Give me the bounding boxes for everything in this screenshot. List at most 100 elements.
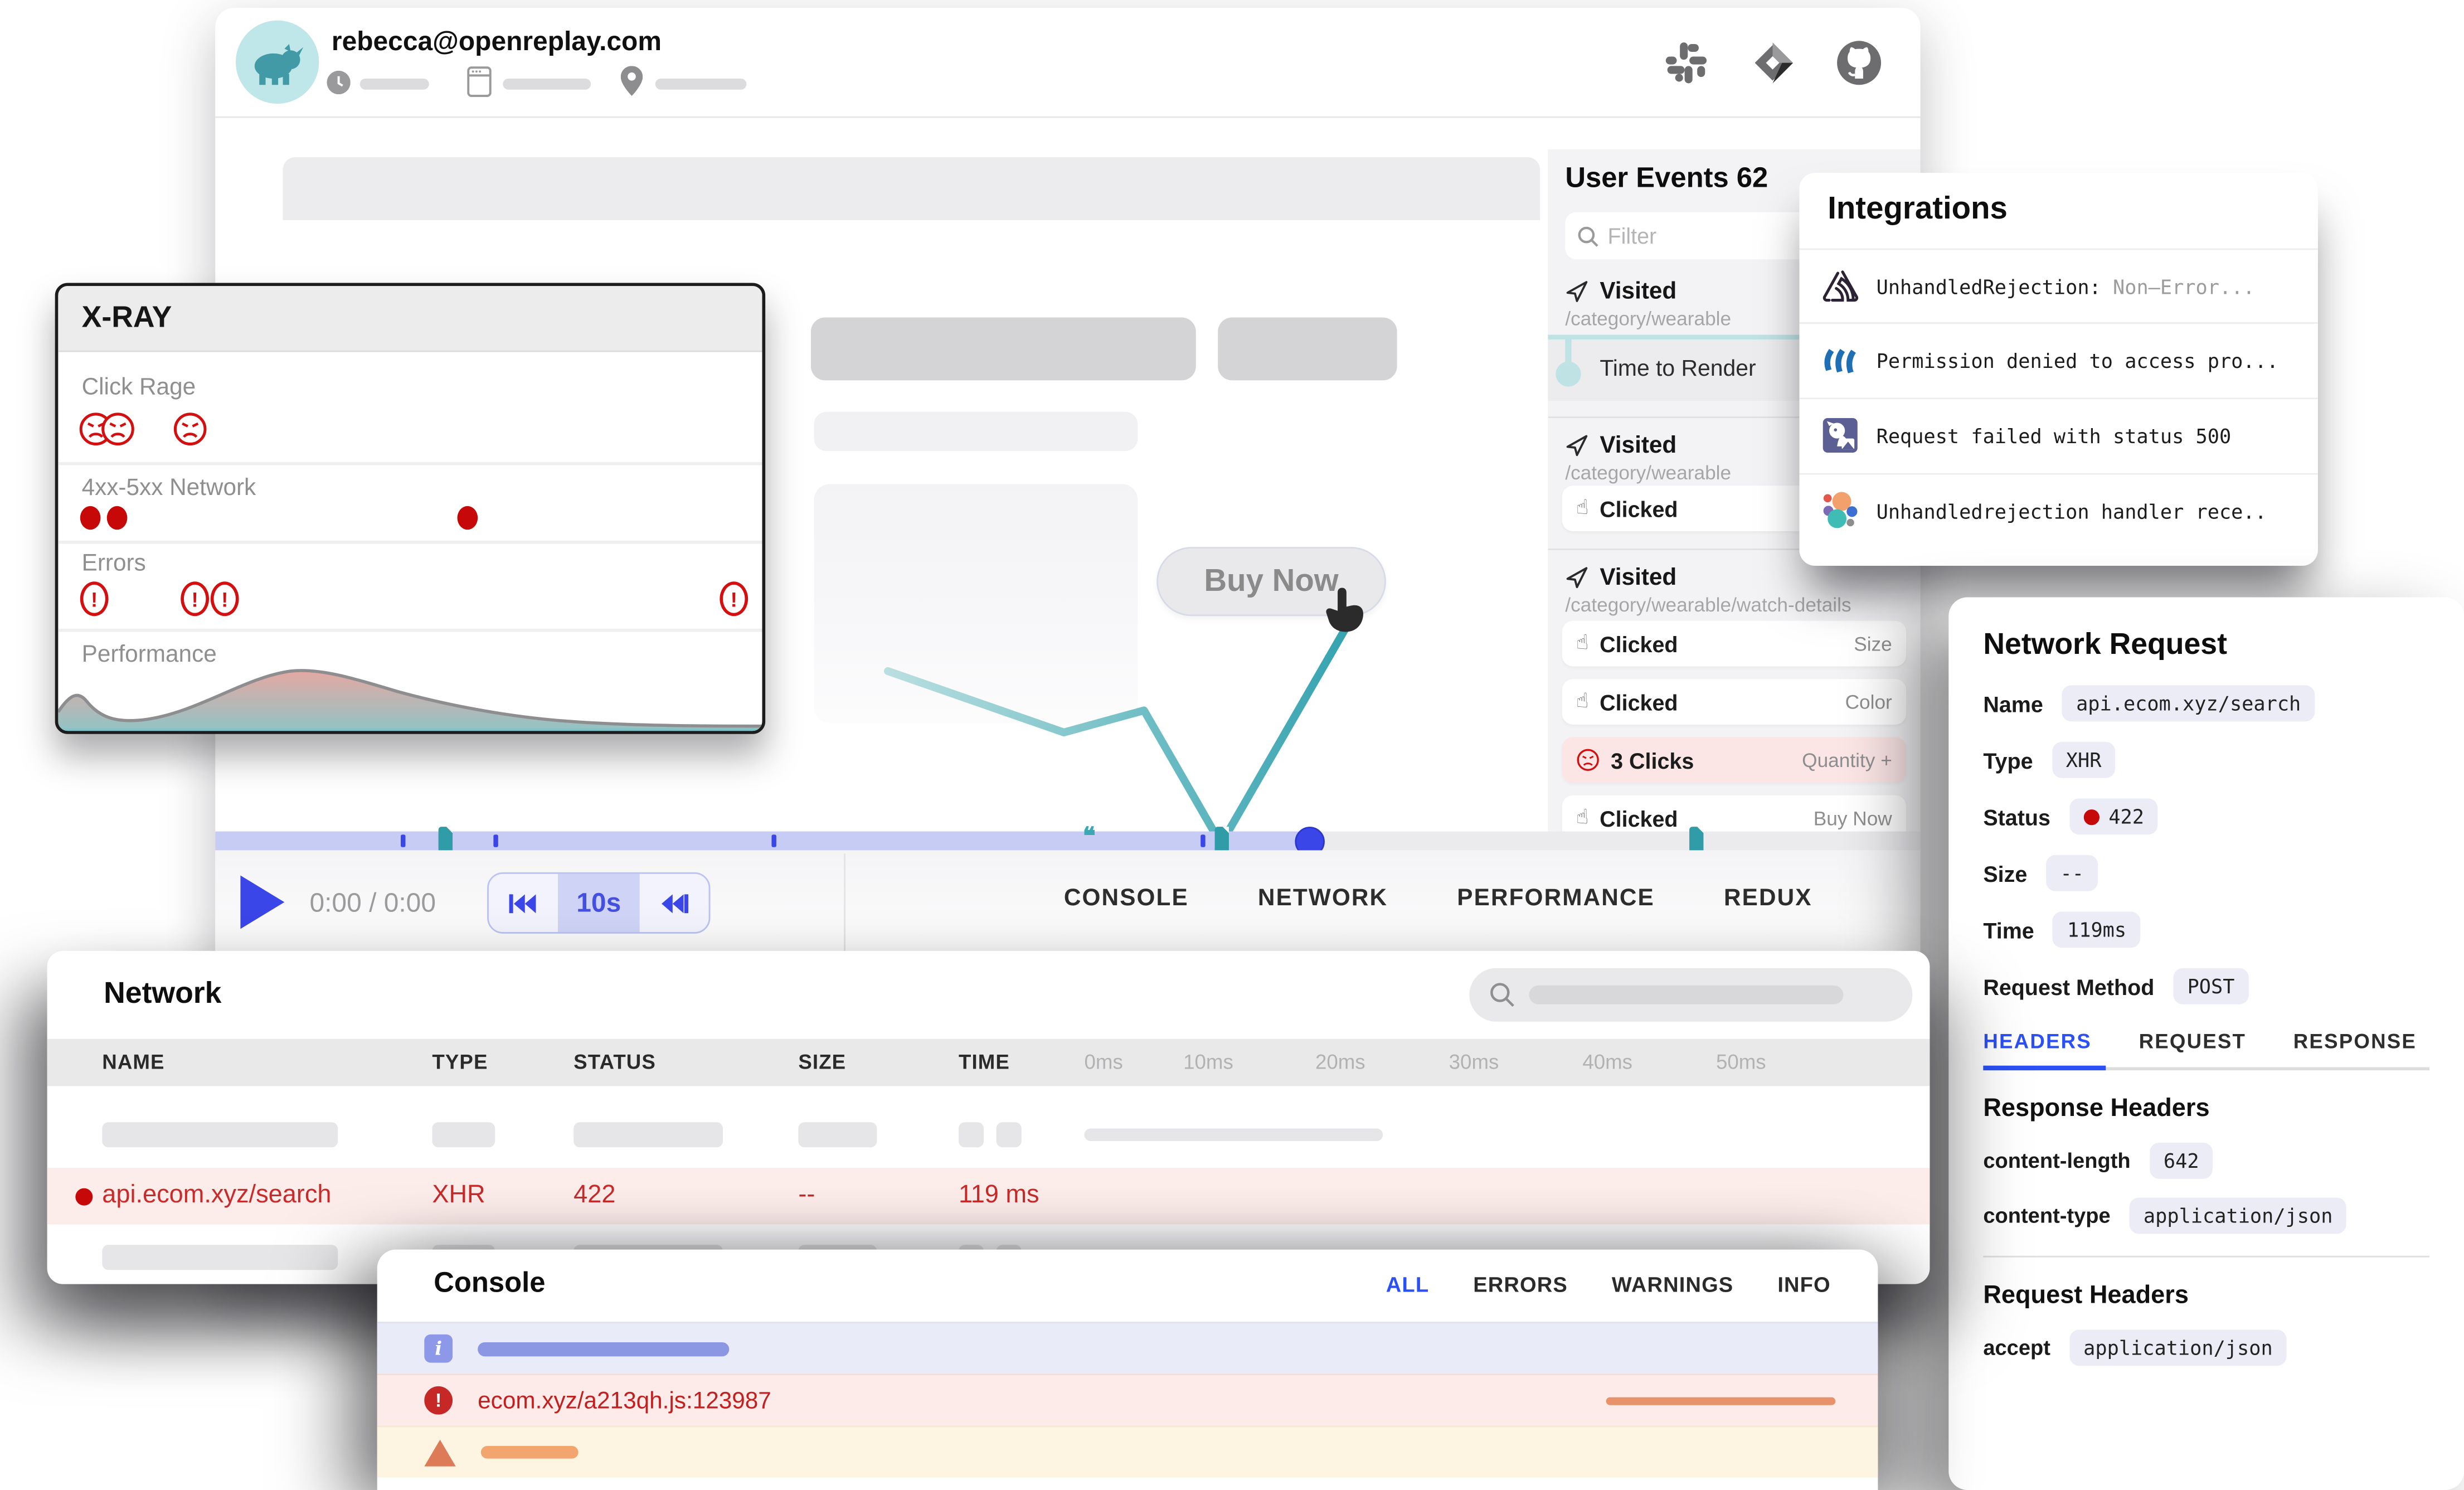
event-url: /category/wearable	[1565, 308, 1731, 330]
browser-icon	[466, 66, 492, 97]
network-table-header: NAME TYPE STATUS SIZE TIME 0ms 10ms 20ms…	[47, 1039, 1930, 1086]
skip-forward-button[interactable]	[640, 874, 709, 932]
timeline-event-tick[interactable]	[493, 834, 498, 847]
integration-row-datadog[interactable]: Request failed with status 500	[1799, 397, 2317, 472]
tab-redux[interactable]: REDUX	[1724, 885, 1812, 911]
timeline-event-tick[interactable]	[771, 834, 776, 847]
page-heading-skeleton-2	[1218, 318, 1397, 381]
error-marker-icon[interactable]: !	[211, 581, 239, 616]
tab-warnings[interactable]: WARNINGS	[1612, 1273, 1734, 1297]
cell-time: 119 ms	[959, 1182, 1039, 1210]
request-headers-title: Request Headers	[1983, 1283, 2429, 1311]
col-type[interactable]: TYPE	[432, 1050, 488, 1073]
skip-control: 10s	[487, 872, 710, 934]
event-url: /category/wearable/watch-details	[1565, 594, 1851, 616]
cell-skeleton	[102, 1245, 338, 1270]
col-size[interactable]: SIZE	[798, 1050, 846, 1073]
github-icon[interactable]	[1835, 39, 1883, 86]
event-visited-2[interactable]: Visited	[1565, 432, 1676, 459]
cell-skeleton	[997, 1122, 1022, 1147]
tab-response[interactable]: RESPONSE	[2293, 1030, 2417, 1053]
jira-icon[interactable]	[1749, 39, 1796, 86]
col-status[interactable]: STATUS	[574, 1050, 656, 1073]
xray-clickrage-label: Click Rage	[82, 374, 196, 401]
network-error-dot[interactable]	[107, 506, 128, 530]
network-row-error[interactable]: api.ecom.xyz/search XHR 422 -- 119 ms	[47, 1168, 1930, 1225]
player-controls: 0:00 / 0:00 10s CONSOLE	[215, 850, 1920, 960]
play-button[interactable]	[240, 876, 284, 929]
console-row-info[interactable]: i	[377, 1322, 1878, 1373]
info-icon: i	[424, 1334, 453, 1363]
navigate-icon	[1565, 566, 1588, 589]
network-search[interactable]	[1469, 968, 1912, 1022]
skip-back-button[interactable]	[489, 874, 558, 932]
tab-errors[interactable]: ERRORS	[1473, 1273, 1568, 1297]
header-accept: accept application/json	[1983, 1329, 2429, 1366]
event-visited-1[interactable]: Visited	[1565, 278, 1676, 305]
cell-type: XHR	[432, 1182, 485, 1210]
skip-forward-icon	[660, 892, 688, 914]
navigate-icon	[1565, 434, 1588, 457]
tab-all[interactable]: ALL	[1386, 1273, 1429, 1297]
skip-amount-label: 10s	[558, 874, 640, 932]
integration-row-sentry[interactable]: UnhandledRejection: Non—Error...	[1799, 248, 2317, 322]
field-value: 119ms	[2053, 911, 2141, 948]
event-label: Visited	[1600, 278, 1676, 305]
col-name[interactable]: NAME	[102, 1050, 164, 1073]
pointer-cursor-icon	[1325, 586, 1365, 634]
field-label: Name	[1983, 691, 2043, 716]
integration-message: Unhandledrejection handler rece..	[1877, 499, 2267, 522]
timeline-event-tick[interactable]	[401, 834, 405, 847]
timeline-marker-icon[interactable]	[1215, 827, 1229, 853]
error-marker-icon[interactable]: !	[720, 581, 748, 616]
integration-row-waves[interactable]: Permission denied to access pro...	[1799, 322, 2317, 396]
search-input-skeleton	[1529, 986, 1843, 1004]
console-row-warning[interactable]	[377, 1425, 1878, 1477]
page-heading-skeleton	[811, 318, 1196, 381]
pointer-hand-icon: ☝	[1576, 632, 1588, 655]
angry-face-icon[interactable]	[173, 412, 207, 446]
angry-face-icon[interactable]	[100, 412, 135, 446]
annotation-quote-icon[interactable]: ❝	[1083, 822, 1096, 851]
performance-sparkline	[58, 665, 762, 732]
network-error-dot[interactable]	[80, 506, 101, 530]
timeline-marker-icon[interactable]	[439, 827, 453, 853]
slack-icon[interactable]	[1663, 39, 1710, 86]
network-error-dot[interactable]	[458, 506, 478, 530]
tab-request[interactable]: REQUEST	[2139, 1030, 2247, 1053]
timeline-marker-icon[interactable]	[1689, 827, 1703, 853]
session-browser-skeleton	[503, 79, 591, 90]
event-rage-clicks[interactable]: 3 Clicks Quantity +	[1562, 737, 1906, 783]
integration-row-elastic[interactable]: Unhandledrejection handler rece..	[1799, 473, 2317, 547]
network-row-skeleton[interactable]	[47, 1108, 1930, 1162]
replay-timeline[interactable]: ❝	[215, 832, 1920, 851]
tab-performance[interactable]: PERFORMANCE	[1457, 885, 1655, 911]
event-visited-3[interactable]: Visited	[1565, 564, 1676, 591]
event-label: Visited	[1600, 432, 1676, 459]
cell-skeleton	[959, 1122, 984, 1147]
network-request-panel: Network Request Name api.ecom.xyz/search…	[1948, 597, 2464, 1490]
divider	[1983, 1256, 2429, 1258]
warning-icon	[424, 1439, 455, 1465]
event-target: Color	[1845, 691, 1892, 712]
col-time[interactable]: TIME	[959, 1050, 1010, 1073]
event-label: Visited	[1600, 564, 1676, 591]
event-clicked-color[interactable]: ☝ Clicked Color	[1562, 679, 1906, 725]
tab-network[interactable]: NETWORK	[1258, 885, 1388, 911]
timeline-event-tick[interactable]	[1201, 834, 1205, 847]
tab-headers[interactable]: HEADERS	[1983, 1030, 2092, 1053]
error-marker-icon[interactable]: !	[80, 581, 109, 616]
cell-skeleton	[574, 1122, 723, 1147]
error-marker-icon[interactable]: !	[181, 581, 209, 616]
field-time: Time 119ms	[1983, 911, 2429, 948]
status-error-dot	[2083, 809, 2099, 824]
event-label: Clicked	[1600, 805, 1678, 831]
tab-info[interactable]: INFO	[1777, 1273, 1831, 1297]
integration-message: Permission denied to access pro...	[1877, 348, 2278, 372]
console-row-error[interactable]: ! ecom.xyz/a213qh.js:123987	[377, 1373, 1878, 1425]
page-mock-topbar	[283, 157, 1540, 220]
tab-console[interactable]: CONSOLE	[1064, 885, 1189, 911]
event-clicked-size[interactable]: ☝ Clicked Size	[1562, 621, 1906, 667]
pointer-hand-icon: ☝	[1576, 690, 1588, 714]
event-label: 3 Clicks	[1611, 748, 1694, 773]
